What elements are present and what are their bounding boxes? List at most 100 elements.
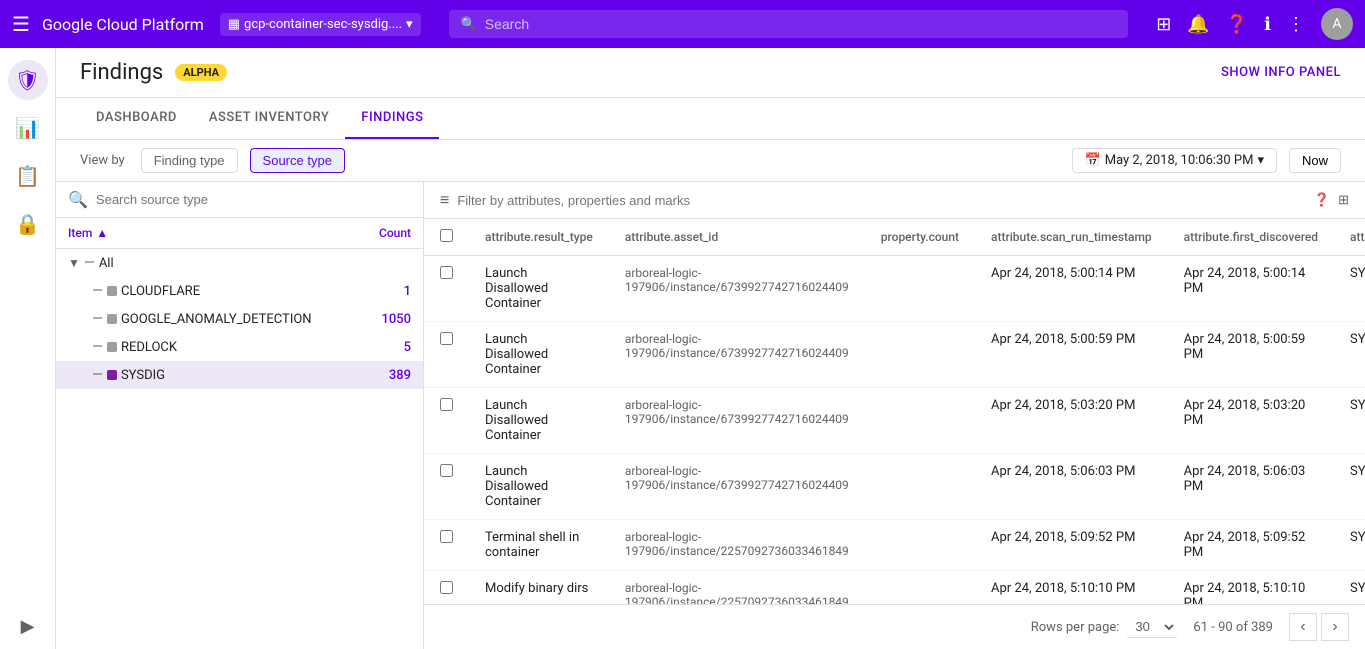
row-checkbox[interactable]: [440, 398, 453, 411]
help-icon[interactable]: ❓: [1226, 14, 1248, 35]
search-icon: 🔍: [461, 17, 477, 32]
prev-page-button[interactable]: ‹: [1289, 613, 1317, 641]
row-checkbox[interactable]: [440, 581, 453, 594]
date-drop-icon: ▾: [1257, 153, 1264, 168]
filter-icon: ≡: [440, 190, 449, 210]
rows-per-page-select[interactable]: 30 50 100: [1127, 616, 1177, 638]
row-checkbox-cell: [424, 256, 469, 322]
toolbar: View by Finding type Source type 📅 May 2…: [56, 140, 1365, 182]
view-by-source-type-button[interactable]: Source type: [250, 148, 345, 173]
row-checkbox[interactable]: [440, 464, 453, 477]
info-icon[interactable]: ℹ: [1264, 14, 1271, 35]
top-nav: ☰ Google Cloud Platform ▦ gcp-container-…: [0, 0, 1365, 48]
view-by-label: View by: [80, 153, 125, 168]
cell-scan-timestamp: Apr 24, 2018, 5:09:52 PM: [975, 520, 1168, 571]
table-row[interactable]: Launch Disallowed Container arboreal-log…: [424, 454, 1365, 520]
global-search[interactable]: 🔍: [449, 10, 1129, 38]
tree-item-label: REDLOCK: [121, 340, 177, 355]
th-scanner-id[interactable]: attribute.scanner_id: [1334, 219, 1365, 256]
sidebar-icon-shield[interactable]: 🛡: [8, 60, 48, 100]
table-row[interactable]: Launch Disallowed Container arboreal-log…: [424, 256, 1365, 322]
icon-sidebar: 🛡 📊 📋 🔒 ▶: [0, 48, 56, 649]
table-row[interactable]: Modify binary dirs arboreal-logic-197906…: [424, 571, 1365, 605]
cell-property-count: [865, 256, 975, 322]
cell-result-type: Terminal shell in container: [469, 520, 609, 571]
tab-findings[interactable]: FINDINGS: [345, 98, 439, 139]
cell-first-discovered: Apr 24, 2018, 5:00:59 PM: [1168, 322, 1334, 388]
view-by-finding-type-button[interactable]: Finding type: [141, 148, 238, 173]
filter-input[interactable]: [457, 193, 1306, 208]
page-header: Findings ALPHA SHOW INFO PANEL: [56, 48, 1365, 98]
date-selector[interactable]: 📅 May 2, 2018, 10:06:30 PM ▾: [1072, 148, 1277, 173]
th-result-type[interactable]: attribute.result_type: [469, 219, 609, 256]
row-checkbox[interactable]: [440, 266, 453, 279]
menu-icon[interactable]: ☰: [12, 12, 30, 36]
tree-row-redlock[interactable]: — REDLOCK 5: [56, 333, 423, 361]
dash-icon: —: [84, 255, 95, 271]
tree-row-all[interactable]: ▼ — All: [56, 249, 423, 277]
th-scan-timestamp[interactable]: attribute.scan_run_timestamp: [975, 219, 1168, 256]
tree-header-item[interactable]: Item ▲: [68, 226, 351, 240]
row-checkbox-cell: [424, 322, 469, 388]
tab-dashboard[interactable]: DASHBOARD: [80, 98, 193, 139]
th-property-count[interactable]: property.count: [865, 219, 975, 256]
cell-asset-id: arboreal-logic-197906/instance/225709273…: [609, 520, 865, 571]
select-all-checkbox[interactable]: [440, 229, 453, 242]
cell-first-discovered: Apr 24, 2018, 5:09:52 PM: [1168, 520, 1334, 571]
cell-scanner-id: SYSDIG: [1334, 322, 1365, 388]
tree-item-label: CLOUDFLARE: [121, 284, 200, 299]
notifications-icon[interactable]: 🔔: [1187, 14, 1209, 35]
search-source-type-input[interactable]: [96, 192, 411, 207]
tree-item-count: 389: [351, 368, 411, 383]
th-asset-id[interactable]: attribute.asset_id: [609, 219, 865, 256]
project-name: gcp-container-sec-sysdig....: [244, 17, 402, 32]
cell-property-count: [865, 454, 975, 520]
left-panel: 🔍 Item ▲ Count ▼ —: [56, 182, 424, 649]
sort-icon: ▲: [96, 226, 108, 240]
tree-header-count: Count: [351, 226, 411, 240]
th-first-discovered[interactable]: attribute.first_discovered: [1168, 219, 1334, 256]
rows-per-page-label: Rows per page:: [1031, 620, 1120, 635]
tree-row-sysdig[interactable]: — SYSDIG 389: [56, 361, 423, 389]
avatar[interactable]: A: [1321, 8, 1353, 40]
show-info-panel-button[interactable]: SHOW INFO PANEL: [1221, 65, 1341, 80]
filter-columns-icon[interactable]: ⊞: [1338, 193, 1349, 208]
cell-first-discovered: Apr 24, 2018, 5:10:10 PM: [1168, 571, 1334, 605]
tree-item-label: GOOGLE_ANOMALY_DETECTION: [121, 312, 312, 327]
row-checkbox[interactable]: [440, 332, 453, 345]
row-checkbox[interactable]: [440, 530, 453, 543]
dash-icon: —: [92, 367, 103, 383]
table-container: attribute.result_type attribute.asset_id…: [424, 219, 1365, 604]
next-page-button[interactable]: ›: [1321, 613, 1349, 641]
sidebar-icon-list[interactable]: 📋: [8, 156, 48, 196]
dash-icon: —: [92, 339, 103, 355]
global-search-input[interactable]: [485, 16, 1116, 32]
calendar-icon: 📅: [1085, 153, 1101, 168]
project-selector[interactable]: ▦ gcp-container-sec-sysdig.... ▾: [220, 13, 421, 36]
cell-scan-timestamp: Apr 24, 2018, 5:06:03 PM: [975, 454, 1168, 520]
tab-asset-inventory[interactable]: ASSET INVENTORY: [193, 98, 345, 139]
body-area: 🔍 Item ▲ Count ▼ —: [56, 182, 1365, 649]
sidebar-icon-dashboard[interactable]: 📊: [8, 108, 48, 148]
tree-item-count: 1050: [351, 312, 411, 327]
cell-asset-id: arboreal-logic-197906/instance/673992774…: [609, 256, 865, 322]
sidebar-icon-security[interactable]: 🔒: [8, 204, 48, 244]
apps-icon[interactable]: ⊞: [1156, 14, 1171, 35]
more-icon[interactable]: ⋮: [1287, 14, 1305, 35]
table-row[interactable]: Launch Disallowed Container arboreal-log…: [424, 388, 1365, 454]
cell-result-type: Modify binary dirs: [469, 571, 609, 605]
table-row[interactable]: Terminal shell in container arboreal-log…: [424, 520, 1365, 571]
brand-name: Google Cloud Platform: [42, 15, 204, 34]
sidebar-expand-btn[interactable]: ▶: [21, 616, 35, 637]
cell-asset-id: arboreal-logic-197906/instance/225709273…: [609, 571, 865, 605]
tree-row-cloudflare[interactable]: — CLOUDFLARE 1: [56, 277, 423, 305]
now-button[interactable]: Now: [1289, 148, 1341, 173]
row-checkbox-cell: [424, 520, 469, 571]
cell-property-count: [865, 388, 975, 454]
cell-scanner-id: SYSDIG: [1334, 520, 1365, 571]
table-row[interactable]: Launch Disallowed Container arboreal-log…: [424, 322, 1365, 388]
cell-scanner-id: SYSDIG: [1334, 454, 1365, 520]
filter-help-icon[interactable]: ❓: [1314, 193, 1330, 208]
search-box: 🔍: [56, 182, 423, 218]
tree-row-google-anomaly[interactable]: — GOOGLE_ANOMALY_DETECTION 1050: [56, 305, 423, 333]
